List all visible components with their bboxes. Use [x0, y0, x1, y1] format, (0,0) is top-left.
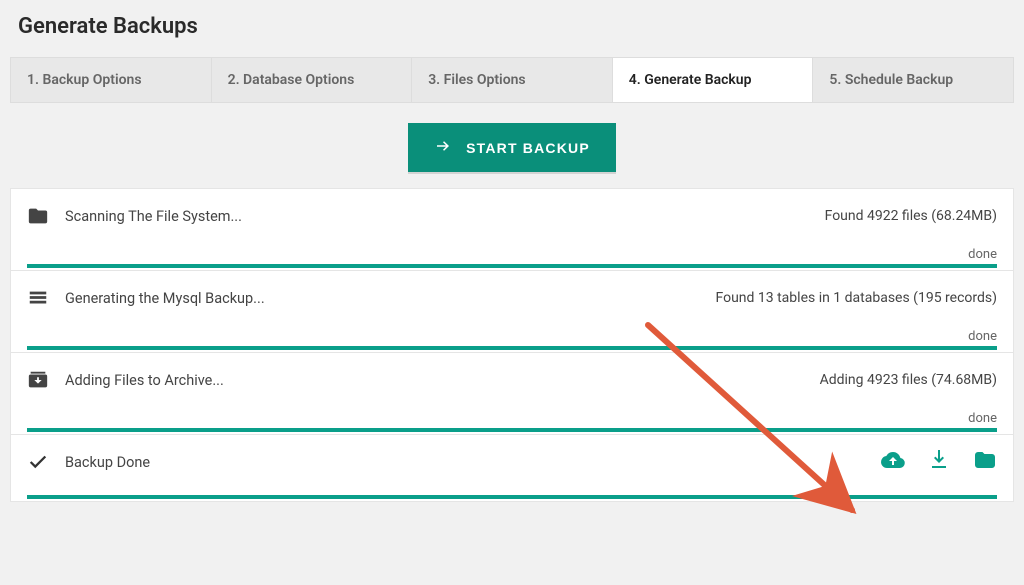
step-result: Adding 4923 files (74.68MB): [820, 372, 997, 388]
tab-generate-backup[interactable]: 4. Generate Backup: [613, 58, 814, 102]
cloud-upload-icon[interactable]: [881, 448, 905, 476]
step-result: Found 4922 files (68.24MB): [825, 208, 997, 224]
step-backup-done: Backup Done: [10, 435, 1014, 502]
step-scan-filesystem: Scanning The File System... Found 4922 f…: [10, 188, 1014, 271]
database-icon: [27, 287, 49, 309]
progress-bar: [27, 264, 997, 268]
progress-bar: [27, 495, 997, 499]
tab-bar: 1. Backup Options 2. Database Options 3.…: [10, 57, 1014, 103]
step-add-archive: Adding Files to Archive... Adding 4923 f…: [10, 353, 1014, 435]
step-status: done: [27, 313, 997, 346]
tab-files-options[interactable]: 3. Files Options: [412, 58, 613, 102]
step-status: done: [27, 395, 997, 428]
check-icon: [27, 451, 49, 473]
tab-database-options[interactable]: 2. Database Options: [212, 58, 413, 102]
progress-bar: [27, 346, 997, 350]
progress-bar: [27, 428, 997, 432]
start-backup-label: START BACKUP: [466, 140, 590, 156]
tab-schedule-backup[interactable]: 5. Schedule Backup: [813, 58, 1013, 102]
step-result: Found 13 tables in 1 databases (195 reco…: [716, 290, 998, 306]
step-title: Scanning The File System...: [65, 208, 809, 225]
step-title: Backup Done: [65, 454, 865, 471]
download-icon[interactable]: [927, 448, 951, 476]
archive-icon: [27, 369, 49, 391]
backup-done-actions: [881, 448, 997, 476]
page-title: Generate Backups: [0, 0, 1024, 57]
step-mysql-backup: Generating the Mysql Backup... Found 13 …: [10, 271, 1014, 353]
arrow-right-icon: [434, 137, 452, 158]
tab-backup-options[interactable]: 1. Backup Options: [11, 58, 212, 102]
start-backup-button[interactable]: START BACKUP: [408, 123, 616, 172]
step-status: done: [27, 231, 997, 264]
step-title: Generating the Mysql Backup...: [65, 290, 700, 307]
folder-icon: [27, 205, 49, 227]
steps-list: Scanning The File System... Found 4922 f…: [10, 188, 1014, 502]
folder-open-icon[interactable]: [973, 448, 997, 476]
step-title: Adding Files to Archive...: [65, 372, 804, 389]
